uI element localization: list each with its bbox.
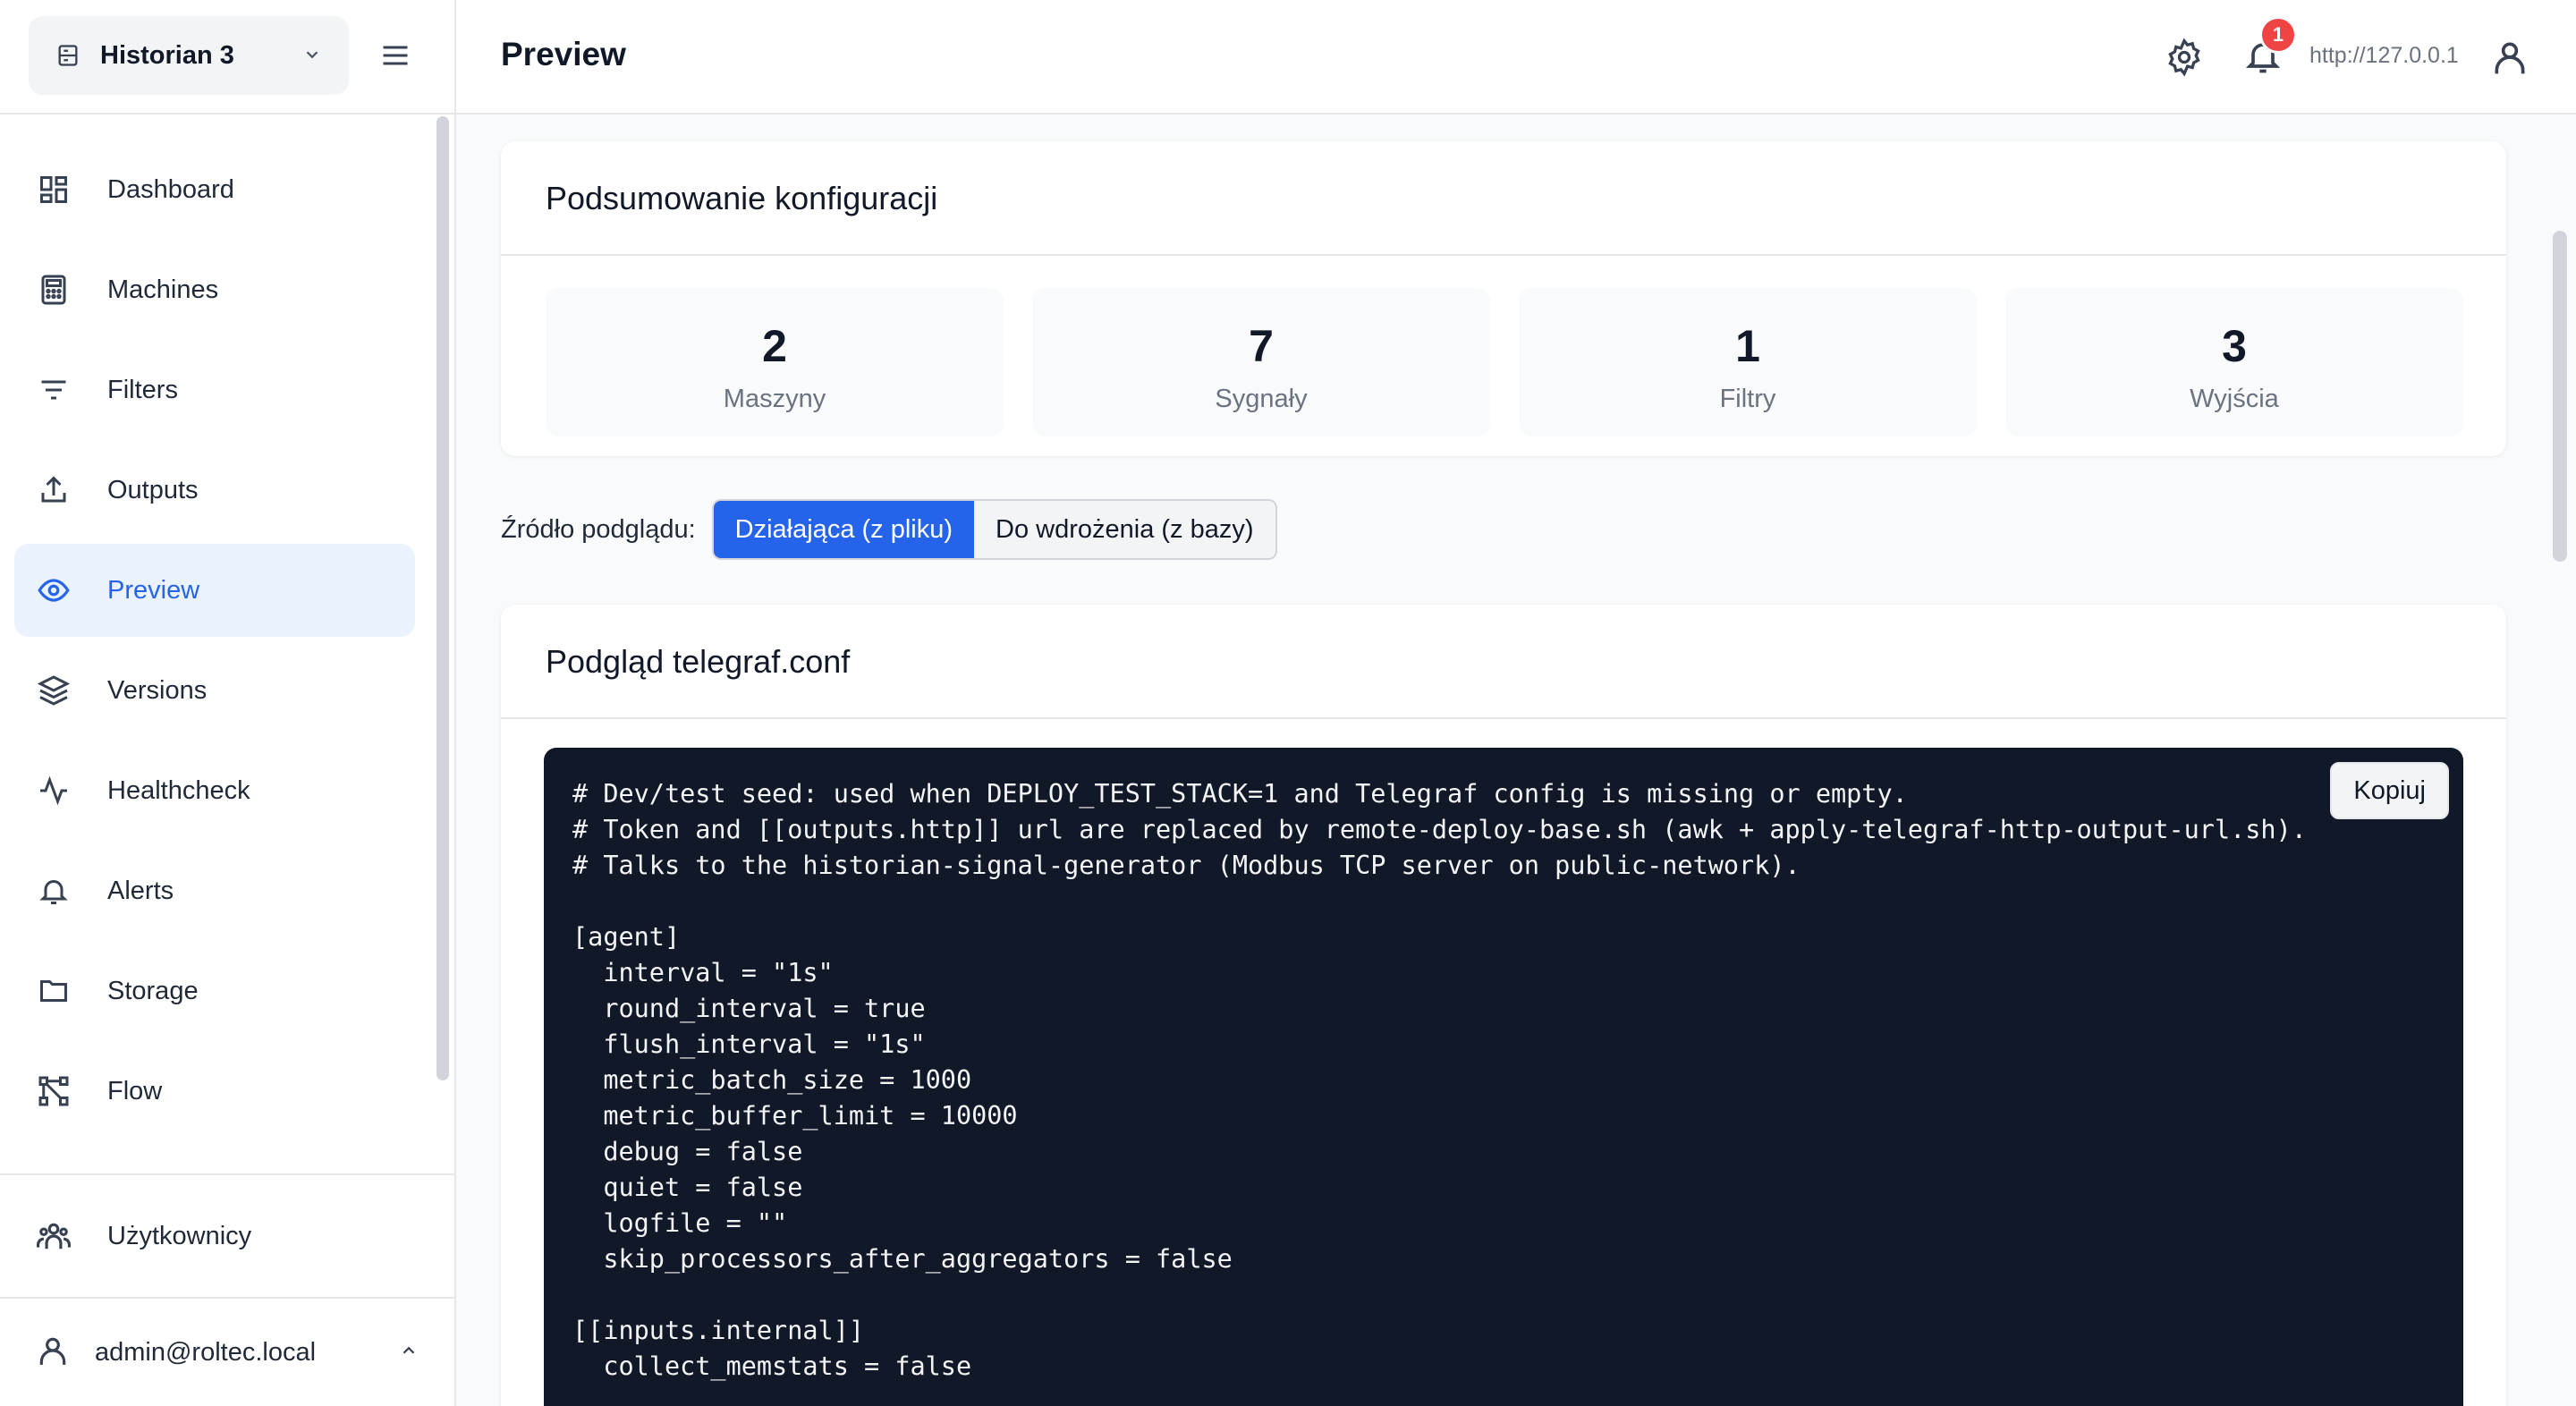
- sidebar-item-label: Flow: [107, 1076, 163, 1105]
- sidebar-item-outputs[interactable]: Outputs: [14, 444, 415, 537]
- sidebar-item-label: Versions: [107, 675, 208, 705]
- sidebar-users-section: Użytkownicy: [0, 1173, 454, 1297]
- sidebar-item-dashboard[interactable]: Dashboard: [14, 143, 415, 236]
- sidebar-item-alerts[interactable]: Alerts: [14, 844, 415, 937]
- sidebar-item-users[interactable]: Użytkownicy: [14, 1190, 415, 1283]
- sidebar-item-storage[interactable]: Storage: [14, 944, 415, 1038]
- gear-icon: [2168, 38, 2200, 77]
- folder-icon: [36, 973, 72, 1009]
- notification-badge: 1: [2259, 16, 2297, 54]
- source-option-deploy[interactable]: Do wdrożenia (z bazy): [974, 501, 1275, 558]
- stat-value: 3: [2222, 321, 2247, 371]
- stat-signals: 7 Sygnały: [1032, 288, 1490, 436]
- settings-button[interactable]: [2165, 38, 2204, 77]
- sidebar-item-flow[interactable]: Flow: [14, 1045, 415, 1138]
- preview-source-toggle: Działająca (z pliku) Do wdrożenia (z baz…: [711, 499, 1277, 560]
- eye-icon: [36, 572, 72, 608]
- machines-icon: [36, 272, 72, 308]
- users-icon: [36, 1218, 72, 1254]
- sidebar-item-label: Dashboard: [107, 174, 234, 204]
- menu-toggle-button[interactable]: [376, 36, 415, 75]
- sidebar-item-label: Filters: [107, 375, 178, 404]
- sidebar-header: Historian 3: [0, 0, 454, 114]
- sidebar-item-label: Użytkownicy: [107, 1221, 252, 1250]
- flow-icon: [36, 1073, 72, 1109]
- sidebar-item-label: Machines: [107, 275, 219, 304]
- bell-icon: [36, 873, 72, 909]
- config-code: # Dev/test seed: used when DEPLOY_TEST_S…: [572, 779, 2307, 1381]
- stat-machines: 2 Maszyny: [546, 288, 1004, 436]
- copy-button[interactable]: Kopiuj: [2330, 762, 2449, 819]
- stat-label: Filtry: [1719, 385, 1776, 413]
- main-scrollbar[interactable]: [2553, 231, 2567, 562]
- user-menu-button[interactable]: [2490, 38, 2529, 77]
- stat-value: 7: [1249, 321, 1274, 371]
- main-content: Podsumowanie konfiguracji 2 Maszyny 7 Sy…: [456, 116, 2551, 1406]
- sidebar-scrollbar[interactable]: [436, 116, 449, 1080]
- stat-label: Sygnały: [1215, 385, 1308, 413]
- top-bar: Preview 1 http://127.0.0.1: [456, 0, 2576, 114]
- filter-icon: [36, 372, 72, 408]
- sidebar-item-machines[interactable]: Machines: [14, 243, 415, 336]
- stat-label: Maszyny: [723, 385, 826, 413]
- divider: [501, 717, 2506, 719]
- chevron-down-icon: [302, 45, 324, 66]
- account-email: admin@roltec.local: [95, 1337, 317, 1367]
- preview-source-label: Źródło podglądu:: [501, 514, 696, 544]
- sidebar-item-label: Alerts: [107, 876, 174, 905]
- telegraf-preview-card: Podgląd telegraf.conf # Dev/test seed: u…: [501, 605, 2506, 1406]
- sidebar-item-label: Preview: [107, 575, 200, 605]
- divider: [501, 254, 2506, 256]
- config-summary-card: Podsumowanie konfiguracji 2 Maszyny 7 Sy…: [501, 141, 2506, 456]
- source-option-running[interactable]: Działająca (z pliku): [713, 501, 975, 558]
- server-url: http://127.0.0.1: [2309, 43, 2459, 68]
- card-title: Podsumowanie konfiguracji: [546, 180, 938, 216]
- chevron-up-icon: [399, 1341, 419, 1365]
- hamburger-icon: [383, 46, 408, 65]
- instance-name: Historian 3: [100, 40, 234, 70]
- stat-filters: 1 Filtry: [1519, 288, 1977, 436]
- account-menu[interactable]: admin@roltec.local: [0, 1297, 454, 1406]
- layers-icon: [36, 673, 72, 708]
- pulse-icon: [36, 773, 72, 809]
- user-icon: [36, 1334, 70, 1372]
- upload-icon: [36, 472, 72, 508]
- sidebar-item-filters[interactable]: Filters: [14, 343, 415, 436]
- stat-value: 1: [1735, 321, 1760, 371]
- sidebar: Historian 3 Dashboard Machines Filters O…: [0, 0, 456, 1406]
- user-icon: [2495, 42, 2525, 74]
- sidebar-item-label: Outputs: [107, 475, 199, 504]
- database-icon: [54, 41, 82, 70]
- sidebar-item-preview[interactable]: Preview: [14, 544, 415, 637]
- code-block: # Dev/test seed: used when DEPLOY_TEST_S…: [544, 748, 2463, 1406]
- page-title: Preview: [501, 36, 626, 72]
- sidebar-item-healthcheck[interactable]: Healthcheck: [14, 744, 415, 837]
- stat-value: 2: [762, 321, 787, 371]
- instance-selector[interactable]: Historian 3: [29, 16, 349, 95]
- stat-label: Wyjścia: [2190, 385, 2279, 413]
- sidebar-item-label: Healthcheck: [107, 775, 250, 805]
- sidebar-item-versions[interactable]: Versions: [14, 644, 415, 737]
- card-title: Podgląd telegraf.conf: [546, 643, 851, 680]
- stat-outputs: 3 Wyjścia: [2005, 288, 2463, 436]
- dashboard-icon: [36, 172, 72, 208]
- sidebar-nav: Dashboard Machines Filters Outputs Previ…: [0, 114, 429, 1173]
- sidebar-item-label: Storage: [107, 976, 199, 1005]
- preview-source-row: Źródło podglądu: Działająca (z pliku) Do…: [501, 499, 1277, 560]
